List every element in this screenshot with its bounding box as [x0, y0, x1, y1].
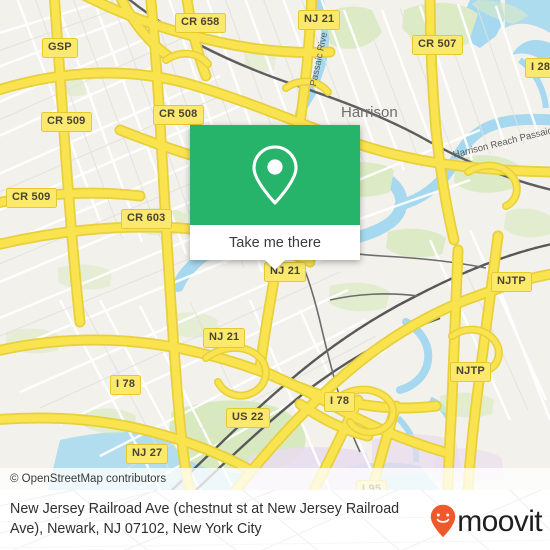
take-me-there-button[interactable]: Take me there: [190, 225, 360, 260]
osm-attribution-text: © OpenStreetMap contributors: [10, 473, 167, 485]
take-me-there-label: Take me there: [229, 234, 321, 251]
road-shield: NJTP: [450, 362, 491, 382]
caption-bar: New Jersey Railroad Ave (chestnut st at …: [0, 490, 550, 550]
road-shield: NJTP: [491, 272, 532, 292]
popup-pointer-tail: [265, 260, 285, 270]
road-shield: NJ 21: [298, 10, 341, 30]
road-shield: US 22: [226, 408, 270, 428]
map-attribution-bar: © OpenStreetMap contributors: [0, 468, 550, 490]
map-canvas[interactable]: Harrison Passaic Rive Harrison Reach Pas…: [0, 0, 550, 490]
road-shield: CR 509: [41, 112, 92, 132]
map-label-harrison: Harrison: [341, 104, 398, 121]
popup-header: [190, 125, 360, 225]
road-shield: CR 508: [153, 105, 204, 125]
location-caption: New Jersey Railroad Ave (chestnut st at …: [10, 501, 400, 537]
road-shield: I 78: [324, 392, 356, 412]
moovit-pin-icon: [431, 504, 456, 538]
road-shield: CR 658: [175, 13, 226, 33]
road-shield: I 78: [110, 375, 142, 395]
road-shield: CR 509: [6, 188, 57, 208]
map-screenshot: Harrison Passaic Rive Harrison Reach Pas…: [0, 0, 550, 550]
map-pin-icon: [252, 145, 298, 205]
road-shield: NJ 27: [126, 444, 169, 464]
road-shield: CR 507: [412, 35, 463, 55]
moovit-logo[interactable]: moovit: [430, 504, 543, 538]
road-shield: CR 603: [121, 209, 172, 229]
moovit-wordmark: moovit: [457, 505, 542, 538]
road-shield: NJ 21: [203, 328, 246, 348]
road-shield: I 280: [525, 58, 550, 78]
road-shield: GSP: [42, 38, 78, 58]
location-popup-card[interactable]: Take me there: [190, 125, 360, 270]
